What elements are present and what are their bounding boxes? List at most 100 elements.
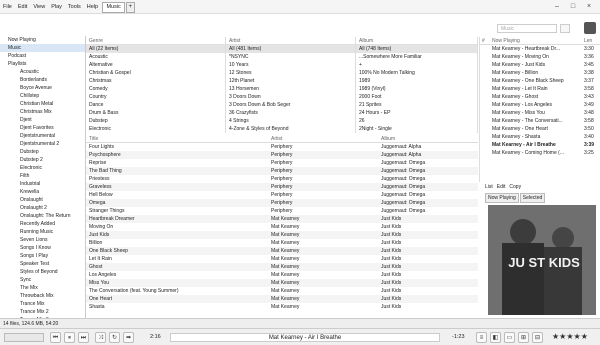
table-row[interactable]: One Heart Mat Kearney Just Kids bbox=[86, 295, 478, 303]
menu-file[interactable]: File bbox=[0, 0, 15, 14]
previous-icon[interactable]: ⏮ bbox=[50, 332, 61, 343]
table-row[interactable]: Omega Periphery Juggernaut: Omega bbox=[86, 199, 478, 207]
playlist-item[interactable]: Running Music bbox=[0, 228, 85, 236]
table-row[interactable]: Priestess Periphery Juggernaut: Omega bbox=[86, 175, 478, 183]
seek-bar[interactable]: Mat Kearney - Air I Breathe bbox=[170, 333, 440, 342]
album-item[interactable]: ...Somewhere More Familiar bbox=[356, 53, 477, 61]
list-item[interactable]: Mat Kearney - Heartbreak Dr... 3:30 bbox=[480, 45, 600, 53]
list-item[interactable]: Mat Kearney - Just Kids 3:45 bbox=[480, 61, 600, 69]
view-now-playing[interactable]: Now Playing bbox=[485, 193, 519, 203]
playlist-item[interactable]: Songs I Know bbox=[0, 244, 85, 252]
genre-item[interactable]: All (22 Items) bbox=[86, 45, 225, 53]
genre-item[interactable]: Electronic bbox=[86, 125, 225, 133]
tree-playlists[interactable]: Playlists bbox=[0, 60, 85, 68]
artist-item[interactable]: 4-Zone & Styles of Beyond bbox=[226, 125, 355, 133]
menu-help[interactable]: Help bbox=[84, 0, 101, 14]
table-row[interactable]: Heartbreak Dreamer Mat Kearney Just Kids bbox=[86, 215, 478, 223]
length-column-header[interactable]: Len bbox=[584, 37, 592, 44]
menu-tools[interactable]: Tools bbox=[65, 0, 84, 14]
tree-music[interactable]: Music bbox=[0, 44, 85, 52]
playlist-item[interactable]: Songs I Play bbox=[0, 252, 85, 260]
next-icon[interactable]: ⏭ bbox=[78, 332, 89, 343]
playlist-item[interactable]: Onslaught bbox=[0, 196, 85, 204]
album-header[interactable]: Album bbox=[356, 37, 477, 45]
artist-item[interactable]: All (481 Items) bbox=[226, 45, 355, 53]
genre-item[interactable]: Dance bbox=[86, 101, 225, 109]
menu-view[interactable]: View bbox=[30, 0, 48, 14]
artist-item[interactable]: 36 Crazyfists bbox=[226, 109, 355, 117]
search-icon[interactable] bbox=[560, 24, 570, 33]
playlist-item[interactable]: Djent bbox=[0, 116, 85, 124]
playlist-item[interactable]: Christian Metal bbox=[0, 100, 85, 108]
playlist-item[interactable]: Djentstrumental bbox=[0, 132, 85, 140]
rating-stars[interactable]: ★★★★★ bbox=[552, 332, 588, 341]
list-item[interactable]: Mat Kearney - Coming Home (... 3:25 bbox=[480, 149, 600, 157]
list-item[interactable]: Mat Kearney - Los Angeles 3:49 bbox=[480, 101, 600, 109]
table-row[interactable]: Four Lights Periphery Juggernaut: Alpha bbox=[86, 143, 478, 151]
table-row[interactable]: Hell Below Periphery Juggernaut: Omega bbox=[86, 191, 478, 199]
artist-item[interactable]: 13 Horsemen bbox=[226, 85, 355, 93]
table-row[interactable]: Ghost Mat Kearney Just Kids bbox=[86, 263, 478, 271]
album-item[interactable]: 100% No Modern Talking bbox=[356, 69, 477, 77]
playlist-item[interactable]: Krewella bbox=[0, 188, 85, 196]
list-item[interactable]: Mat Kearney - One Black Sheep 3:37 bbox=[480, 77, 600, 85]
now-playing-title-header[interactable]: Now Playing bbox=[492, 37, 520, 44]
list-item[interactable]: Mat Kearney - Moving On 3:36 bbox=[480, 53, 600, 61]
album-column-header[interactable]: Album bbox=[381, 135, 395, 142]
genre-item[interactable]: Dubstep bbox=[86, 117, 225, 125]
table-row[interactable]: Shasta Mat Kearney Just Kids bbox=[86, 303, 478, 311]
list-item[interactable]: Mat Kearney - One Heart 3:50 bbox=[480, 125, 600, 133]
close-button[interactable]: × bbox=[582, 2, 596, 12]
info-icon[interactable]: ⊞ bbox=[518, 332, 529, 343]
table-row[interactable]: Billion Mat Kearney Just Kids bbox=[86, 239, 478, 247]
volume-slider[interactable] bbox=[4, 333, 44, 342]
playlist-item[interactable]: Filth bbox=[0, 172, 85, 180]
album-item[interactable]: All (748 Items) bbox=[356, 45, 477, 53]
playlist-item[interactable]: Styles of Beyond bbox=[0, 268, 85, 276]
playlist-item[interactable]: Christmas Mix bbox=[0, 108, 85, 116]
playlist-item[interactable]: Djentstrumental 2 bbox=[0, 140, 85, 148]
table-row[interactable]: One Black Sheep Mat Kearney Just Kids bbox=[86, 247, 478, 255]
album-item[interactable]: 2000 Foot bbox=[356, 93, 477, 101]
table-row[interactable]: Stranger Things Periphery Juggernaut: Omeg… bbox=[86, 207, 478, 215]
genre-item[interactable]: Acoustic bbox=[86, 53, 225, 61]
equalizer-icon[interactable]: ≡ bbox=[476, 332, 487, 343]
genre-item[interactable]: Christian & Gospel bbox=[86, 69, 225, 77]
playlist-item[interactable]: Acoustic bbox=[0, 68, 85, 76]
genre-item[interactable]: Country bbox=[86, 93, 225, 101]
search-input[interactable]: Music bbox=[497, 24, 557, 33]
playlist-item[interactable]: Onslaught: The Return bbox=[0, 212, 85, 220]
artist-item[interactable]: 12th Planet bbox=[226, 77, 355, 85]
genre-item[interactable]: Christmas bbox=[86, 77, 225, 85]
repeat-icon[interactable]: ↻ bbox=[109, 332, 120, 343]
mini-player-icon[interactable]: ▭ bbox=[504, 332, 515, 343]
playlist-item[interactable]: Boyce Avenue bbox=[0, 84, 85, 92]
playlist-item[interactable]: Seven Lions bbox=[0, 236, 85, 244]
list-item[interactable]: Mat Kearney - Billion 3:38 bbox=[480, 69, 600, 77]
playlist-item[interactable]: Dubstep 2 bbox=[0, 156, 85, 164]
playlist-item[interactable]: Recently Added bbox=[0, 220, 85, 228]
genre-item[interactable]: Comedy bbox=[86, 85, 225, 93]
list-item[interactable]: Mat Kearney - Shasta 3:40 bbox=[480, 133, 600, 141]
minimize-button[interactable]: – bbox=[550, 2, 564, 12]
tree-now-playing[interactable]: Now Playing bbox=[0, 36, 85, 44]
tree-podcast[interactable]: Podcast bbox=[0, 52, 85, 60]
list-item[interactable]: Mat Kearney - Miss You 3:48 bbox=[480, 109, 600, 117]
playlist-item[interactable]: Trance Mix 2 bbox=[0, 308, 85, 316]
view-selected[interactable]: Selected bbox=[519, 193, 546, 203]
tab-copy[interactable]: Copy bbox=[509, 184, 521, 190]
forward-icon[interactable]: ➡ bbox=[123, 332, 134, 343]
shuffle-icon[interactable]: ⤨ bbox=[95, 332, 106, 343]
artist-header[interactable]: Artist bbox=[226, 37, 355, 45]
playlist-item[interactable]: Throwback Mix bbox=[0, 292, 85, 300]
album-item[interactable]: 2Night - Single bbox=[356, 125, 477, 133]
genre-item[interactable]: Drum & Bass bbox=[86, 109, 225, 117]
playlist-item[interactable]: Borderlands bbox=[0, 76, 85, 84]
settings-icon[interactable] bbox=[584, 22, 596, 34]
maximize-button[interactable]: □ bbox=[566, 2, 580, 12]
artist-column-header[interactable]: Artist bbox=[271, 135, 282, 142]
playlist-item[interactable]: Industrial bbox=[0, 180, 85, 188]
artist-item[interactable]: 12 Stones bbox=[226, 69, 355, 77]
table-row[interactable]: Reprise Periphery Juggernaut: Omega bbox=[86, 159, 478, 167]
album-item[interactable]: 1989 bbox=[356, 77, 477, 85]
